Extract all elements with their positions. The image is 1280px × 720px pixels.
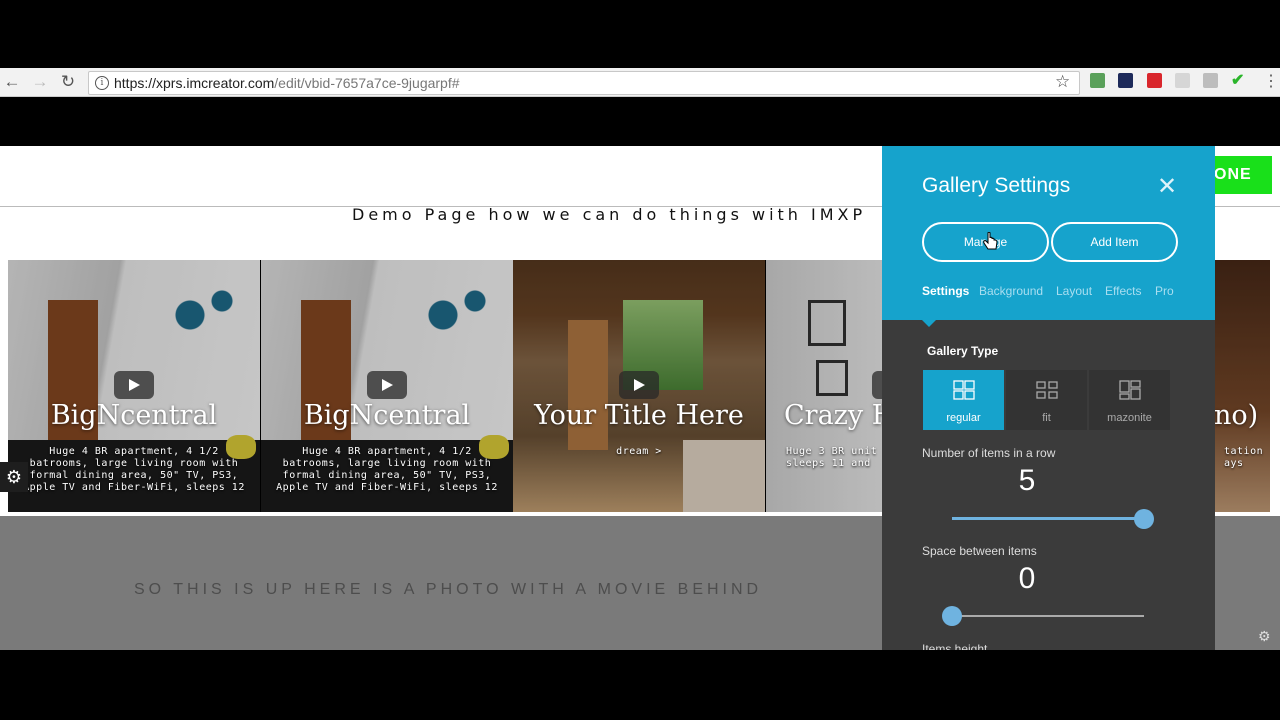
play-icon[interactable] — [114, 371, 154, 399]
address-bar[interactable]: i https://xprs.imcreator.com/edit/vbid-7… — [88, 71, 1080, 95]
close-icon[interactable]: ✕ — [1157, 172, 1177, 201]
gallery-item-title: BigNcentral — [50, 400, 218, 431]
gallery-type-label-regular: regular — [946, 412, 981, 424]
extension-check-icon[interactable]: ✔ — [1231, 73, 1246, 89]
items-in-row-label: Number of items in a row — [922, 446, 1056, 460]
tab-settings[interactable]: Settings — [922, 284, 969, 298]
settings-gear-icon[interactable]: ⚙ — [0, 462, 28, 492]
gallery-item-desc: tation ays — [1224, 446, 1264, 469]
panel-header: Gallery Settings ✕ Manage Add Item Setti… — [882, 146, 1215, 320]
extension-box-icon[interactable] — [1203, 73, 1218, 88]
items-in-row-value: 5 — [1018, 464, 1036, 497]
forward-arrow-icon[interactable]: → — [30, 72, 50, 92]
bookmark-star-icon[interactable]: ☆ — [1055, 72, 1070, 92]
gallery-item-title: Your Title Here — [534, 400, 744, 431]
gallery-type-label-mazonite: mazonite — [1107, 412, 1152, 424]
grid-mazonite-icon — [1119, 380, 1141, 400]
back-arrow-icon[interactable]: ← — [2, 72, 22, 92]
extension-lastpass-icon[interactable] — [1147, 73, 1162, 88]
tab-effects[interactable]: Effects — [1105, 284, 1141, 298]
add-item-button[interactable]: Add Item — [1051, 222, 1178, 262]
grid-fit-icon — [1036, 381, 1058, 399]
play-icon[interactable] — [367, 371, 407, 399]
menu-dots-icon[interactable]: ⋮ — [1263, 71, 1279, 91]
url-text[interactable]: https://xprs.imcreator.com/edit/vbid-765… — [114, 75, 460, 91]
gallery-type-regular[interactable]: regular — [923, 370, 1004, 430]
extension-evernote-icon[interactable] — [1090, 73, 1105, 88]
info-icon[interactable]: i — [95, 76, 109, 90]
section-text: SO THIS IS UP HERE IS A PHOTO WITH A MOV… — [134, 581, 763, 598]
gallery-item-desc: dream > — [616, 446, 662, 457]
space-between-slider-thumb[interactable] — [942, 606, 962, 626]
gallery-type-label-fit: fit — [1042, 412, 1051, 424]
gallery-item-title: BigNcentral — [303, 400, 471, 431]
space-between-track — [952, 615, 1144, 617]
tab-layout[interactable]: Layout — [1056, 284, 1092, 298]
gallery-item-title: no) — [1214, 400, 1259, 431]
items-in-row-slider-thumb[interactable] — [1134, 509, 1154, 529]
tab-background[interactable]: Background — [979, 284, 1043, 298]
items-height-label: Items height — [922, 642, 988, 650]
section-gear-icon[interactable]: ⚙ — [1258, 628, 1271, 645]
gallery-item[interactable]: BigNcentral Huge 4 BR apartment, 4 1/2 b… — [8, 260, 260, 512]
url-path: /edit/vbid-7657a7ce-9jugarpf# — [274, 75, 460, 91]
space-between-value: 0 — [1018, 562, 1036, 595]
gallery-item[interactable]: BigNcentral Huge 4 BR apartment, 4 1/2 b… — [261, 260, 513, 512]
gallery-type-fit[interactable]: fit — [1006, 370, 1087, 430]
gallery-item-desc: Huge 4 BR apartment, 4 1/2 batrooms, lar… — [276, 446, 498, 493]
page-heading: Demo Page how we can do things with IMXP — [352, 205, 867, 224]
reload-icon[interactable]: ↻ — [58, 72, 78, 92]
grid-regular-icon — [953, 380, 975, 400]
hand-cursor-icon — [983, 232, 998, 250]
url-host: https://xprs.imcreator.com — [114, 75, 275, 91]
extension-lock-icon[interactable] — [1118, 73, 1133, 88]
browser-toolbar: ← → ↻ i https://xprs.imcreator.com/edit/… — [0, 68, 1280, 97]
gallery-item[interactable]: Your Title Here dream > — [513, 260, 765, 512]
active-tab-pointer — [922, 320, 936, 327]
gallery-item-desc: Huge 4 BR apartment, 4 1/2 batrooms, lar… — [23, 446, 245, 493]
gallery-type-label: Gallery Type — [927, 344, 999, 358]
done-button[interactable]: ONE — [1214, 156, 1272, 194]
play-icon[interactable] — [619, 371, 659, 399]
gallery-type-mazonite[interactable]: mazonite — [1089, 370, 1170, 430]
gallery-settings-panel: Gallery Settings ✕ Manage Add Item Setti… — [882, 146, 1215, 650]
extension-drive-icon[interactable] — [1175, 73, 1190, 88]
space-between-label: Space between items — [922, 544, 1037, 558]
tab-pro[interactable]: Pro — [1155, 284, 1174, 298]
items-in-row-fill — [952, 517, 1144, 520]
panel-title: Gallery Settings — [922, 174, 1071, 197]
